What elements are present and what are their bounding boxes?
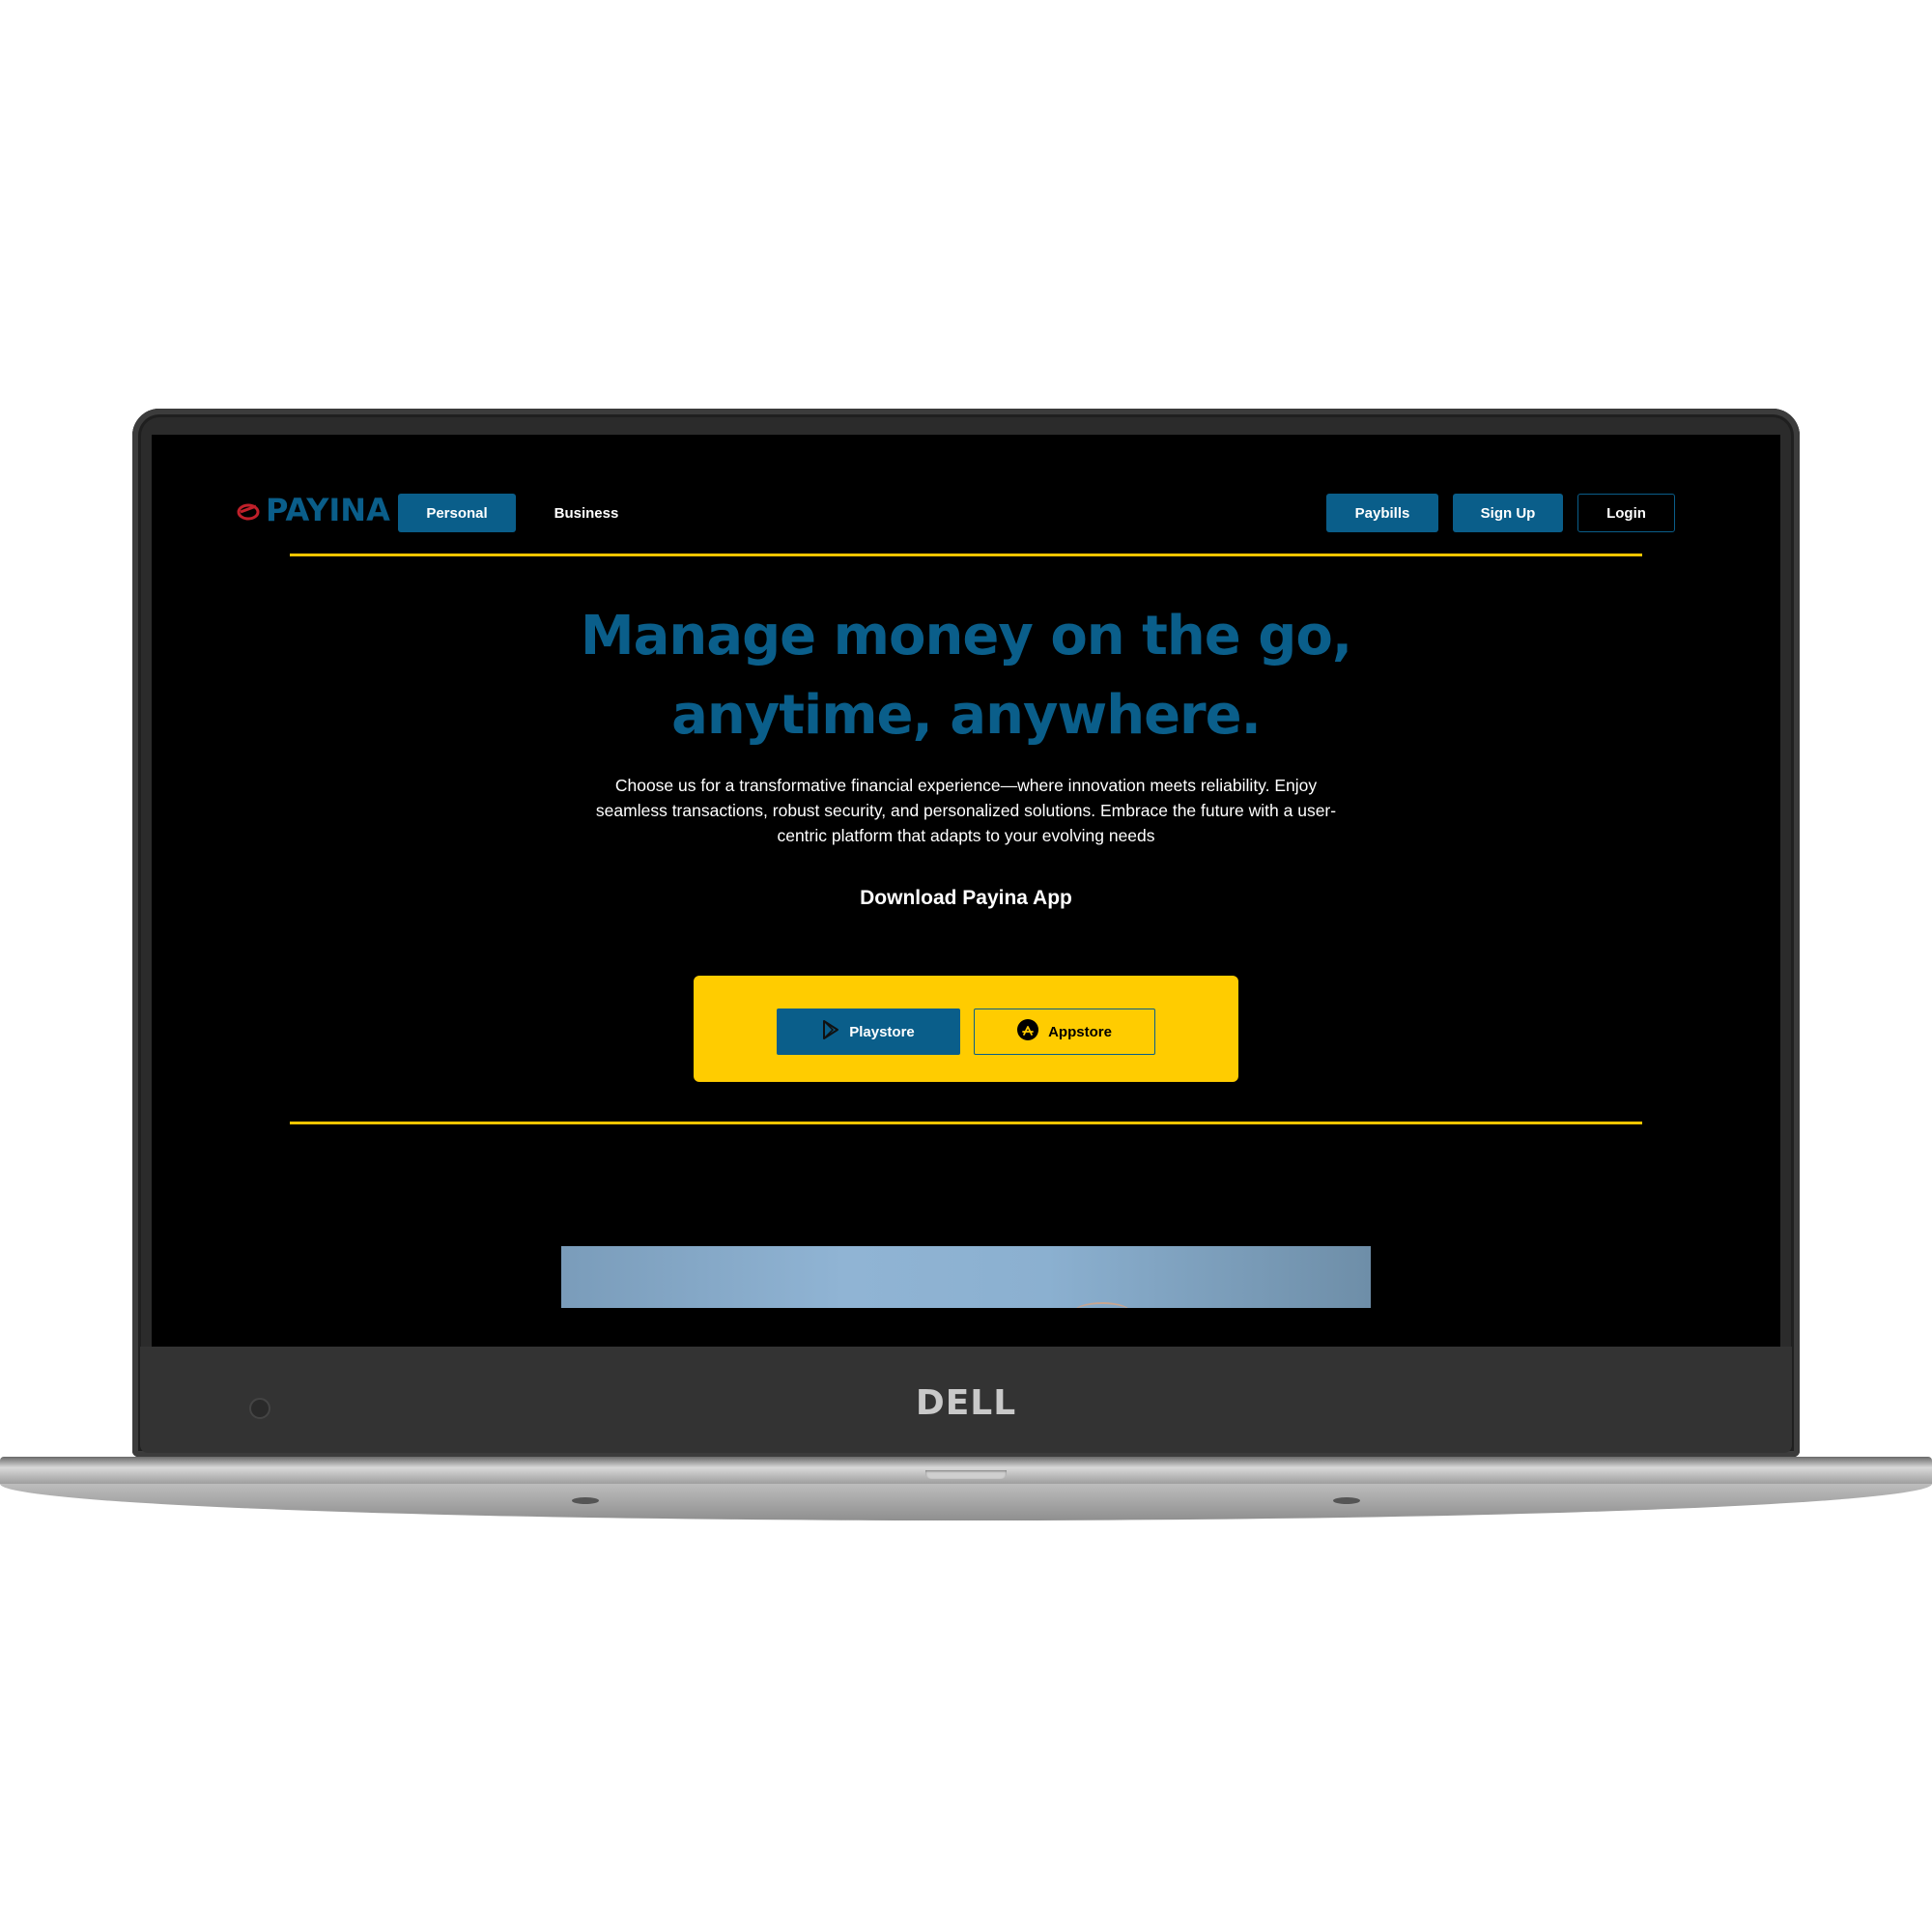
payina-logo-icon	[237, 497, 266, 523]
hero-title: Manage money on the go, anytime, anywher…	[483, 597, 1449, 755]
signup-button[interactable]: Sign Up	[1453, 494, 1563, 532]
site-logo[interactable]: PAYINA	[237, 491, 390, 529]
download-card: Playstore Appstore	[694, 976, 1238, 1082]
hero-description: Choose us for a transformative financial…	[595, 776, 1337, 845]
appstore-button[interactable]: Appstore	[974, 1009, 1155, 1055]
laptop-foot	[1333, 1497, 1360, 1504]
laptop-base-bottom	[0, 1484, 1932, 1520]
webcam-icon	[249, 1398, 270, 1419]
section-divider	[290, 1122, 1642, 1124]
play-store-icon	[822, 1020, 839, 1043]
nav-business-link[interactable]: Business	[538, 494, 635, 532]
hero-title-line1: Manage money on the go,	[580, 605, 1352, 668]
laptop-notch	[925, 1470, 1007, 1479]
hero-image-detail	[1073, 1302, 1131, 1308]
login-button[interactable]: Login	[1577, 494, 1675, 532]
nav-personal-button[interactable]: Personal	[398, 494, 516, 532]
hero-image	[561, 1246, 1371, 1308]
laptop-screen: PAYINA Personal Business Paybills Sign U…	[152, 435, 1780, 1347]
paybills-button[interactable]: Paybills	[1326, 494, 1438, 532]
appstore-label: Appstore	[1048, 1023, 1112, 1040]
logo-text: PAYINA	[266, 492, 390, 528]
playstore-label: Playstore	[849, 1023, 915, 1040]
app-store-icon	[1017, 1019, 1039, 1044]
header-divider	[290, 554, 1642, 556]
download-title: Download Payina App	[860, 887, 1072, 909]
laptop-foot	[572, 1497, 599, 1504]
laptop-brand-logo: DELL	[915, 1383, 1017, 1423]
playstore-button[interactable]: Playstore	[777, 1009, 960, 1055]
hero-title-line2: anytime, anywhere.	[671, 684, 1262, 747]
